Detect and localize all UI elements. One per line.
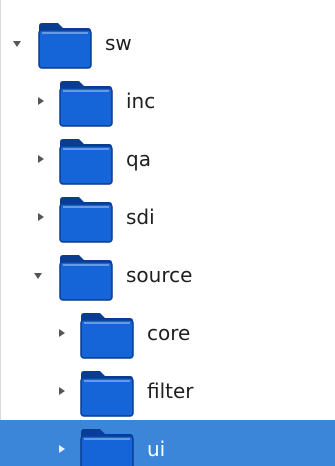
tree-row-ui[interactable]: ui	[0, 420, 335, 466]
tree-row-filter[interactable]: filter	[0, 362, 335, 420]
tree-row-label: qa	[126, 147, 151, 171]
tree-row-inc[interactable]: inc	[0, 72, 335, 130]
folder-icon	[78, 363, 136, 419]
tree-row-sdi[interactable]: sdi	[0, 188, 335, 246]
expand-arrow-icon[interactable]	[59, 445, 65, 453]
folder-icon	[57, 189, 115, 245]
expand-arrow-icon[interactable]	[59, 329, 65, 337]
tree-row-label: filter	[147, 379, 194, 403]
tree-row-label: sdi	[126, 205, 155, 229]
folder-icon	[78, 305, 136, 361]
tree-row-label: inc	[126, 89, 156, 113]
folder-icon	[57, 131, 115, 187]
tree-row-label: source	[126, 263, 193, 287]
tree-row-core[interactable]: core	[0, 304, 335, 362]
folder-icon	[36, 15, 94, 71]
expand-arrow-icon[interactable]	[38, 213, 44, 221]
expand-arrow-icon[interactable]	[38, 97, 44, 105]
folder-icon	[57, 73, 115, 129]
tree-row-qa[interactable]: qa	[0, 130, 335, 188]
tree-row-label: ui	[147, 437, 166, 461]
tree-row-source[interactable]: source	[0, 246, 335, 304]
expand-arrow-icon[interactable]	[38, 155, 44, 163]
tree-row-label: core	[147, 321, 191, 345]
tree-row-sw[interactable]: sw	[0, 14, 335, 72]
folder-icon	[57, 247, 115, 303]
tree-row-label: sw	[105, 31, 132, 55]
expand-arrow-icon[interactable]	[59, 387, 65, 395]
folder-icon	[78, 421, 136, 466]
collapse-arrow-icon[interactable]	[13, 41, 21, 47]
folder-tree: sw inc qa sdi source core filter ui	[0, 0, 335, 466]
collapse-arrow-icon[interactable]	[34, 273, 42, 279]
